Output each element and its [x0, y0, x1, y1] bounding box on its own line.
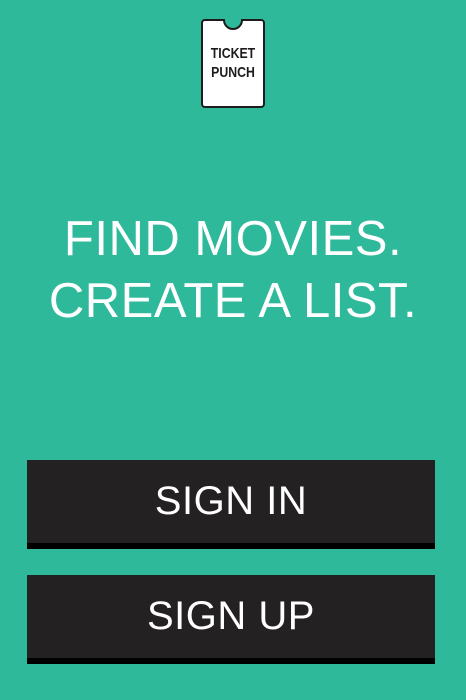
- tagline: FIND MOVIES. CREATE A LIST.: [0, 208, 466, 332]
- ticket-punch-logo: TICKET PUNCH: [201, 19, 265, 108]
- tagline-line-1: FIND MOVIES.: [63, 212, 403, 266]
- sign-in-button[interactable]: SIGN IN: [27, 460, 435, 549]
- logo-text-ticket: TICKET: [210, 45, 256, 62]
- logo-text-punch: PUNCH: [211, 64, 255, 81]
- welcome-screen: TICKET PUNCH FIND MOVIES. CREATE A LIST.…: [0, 0, 466, 700]
- sign-up-button[interactable]: SIGN UP: [27, 575, 435, 664]
- tagline-line-2: CREATE A LIST.: [48, 274, 418, 328]
